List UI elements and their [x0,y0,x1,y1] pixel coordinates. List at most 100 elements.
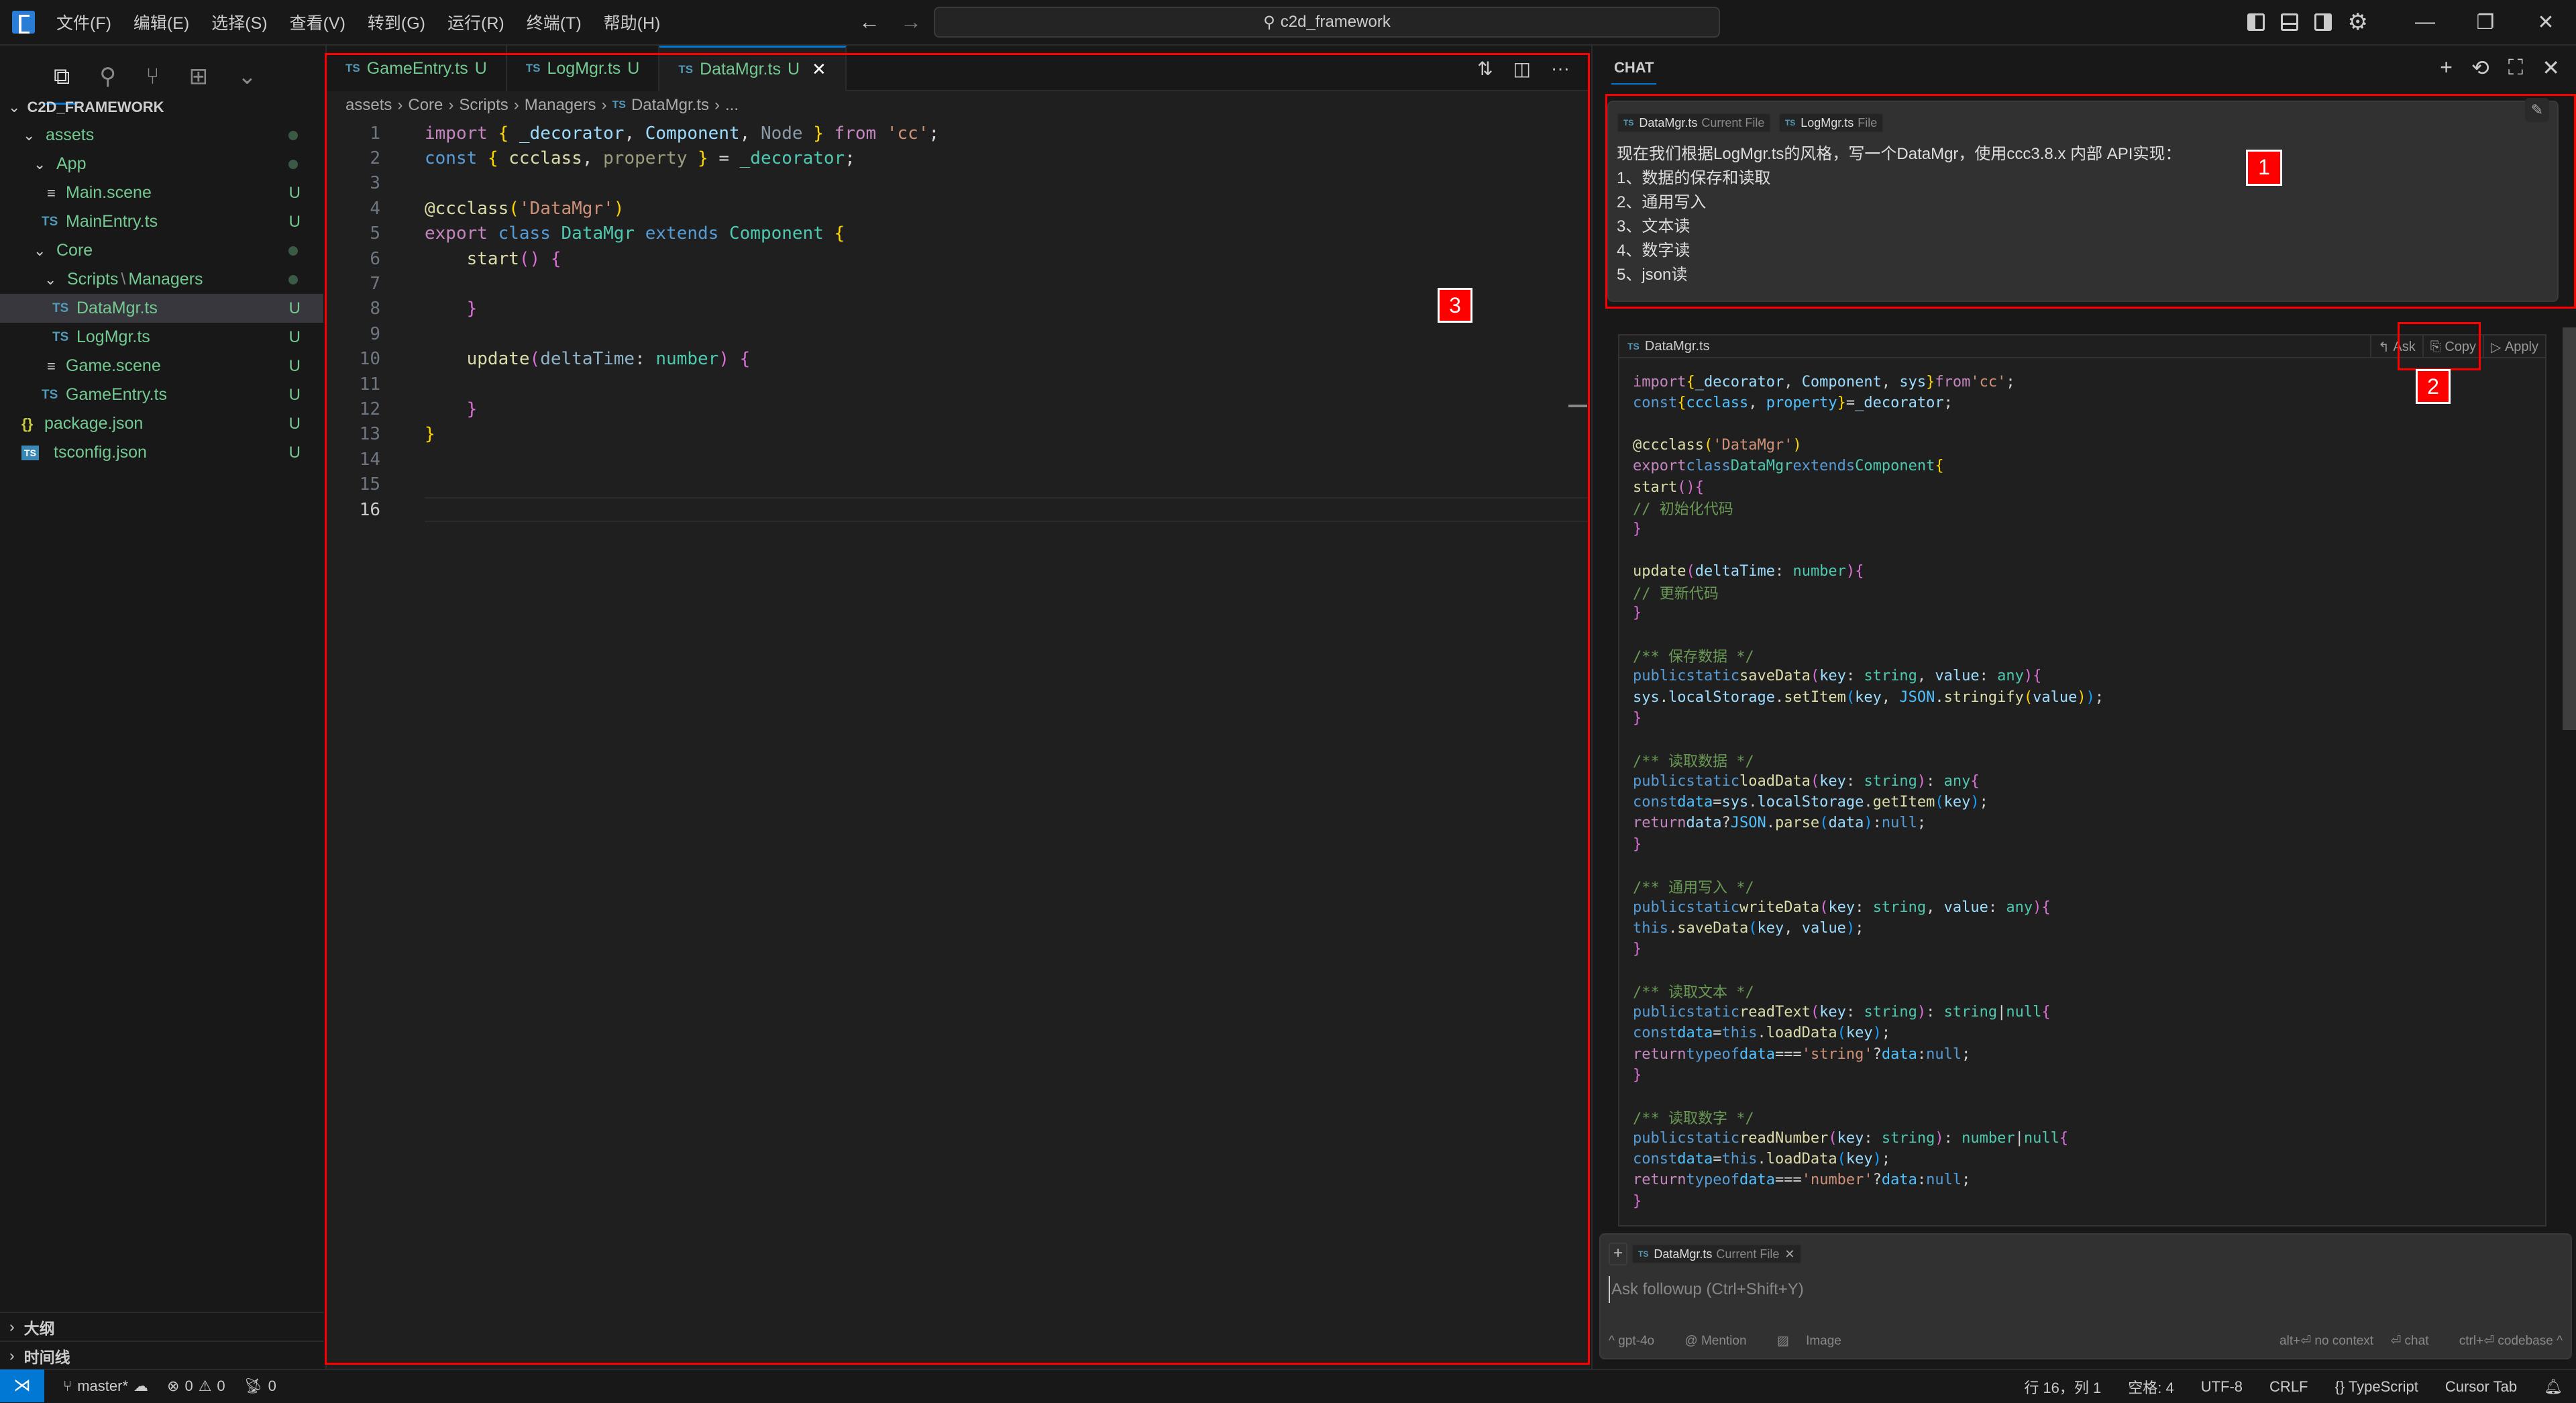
close-icon[interactable]: ✕ [2516,11,2576,34]
tab-datamgr[interactable]: TS DataMgr.ts U ✕ [659,46,847,91]
back-arrow-icon[interactable]: ← [859,9,880,34]
explorer-root[interactable]: ⌄ C2D_FRAMEWORK [0,94,323,121]
copy-button[interactable]: ⎘ Copy [2424,335,2485,358]
menu-file[interactable]: 文件(F) [56,10,111,34]
notifications-bell-icon[interactable]: 🔔︎ [2544,1378,2563,1396]
breadcrumb-item[interactable]: ... [725,96,739,115]
context-chip[interactable]: TS DataMgr.ts Current File ✕ [1631,1244,1802,1264]
breadcrumb-item[interactable]: assets [345,96,392,115]
tree-folder-core[interactable]: ⌄ Core [0,236,323,265]
restore-icon[interactable]: ❐ [2455,11,2516,34]
compare-changes-icon[interactable]: ⇅ [1477,58,1493,80]
followup-input[interactable] [1609,1276,2548,1303]
context-chip[interactable]: TS LogMgr.ts File [1778,113,1884,133]
ports-indicator[interactable]: 📡︎ 0 [244,1378,276,1395]
codebase-hint[interactable]: ctrl+⏎ codebase ^ [2446,1334,2563,1348]
no-context-hint[interactable]: alt+⏎ no context [2279,1334,2373,1348]
split-editor-icon[interactable]: ◫ [1513,58,1531,80]
close-icon[interactable]: ✕ [2542,55,2560,81]
model-selector[interactable]: ^ gpt-4o [1609,1334,1668,1348]
typescript-file-icon: TS [52,301,69,315]
extensions-icon[interactable]: ⊞ [189,63,209,90]
tree-file-package-json[interactable]: {} package.json U [0,409,323,438]
user-message[interactable]: TS DataMgr.ts Current File TS LogMgr.ts File… [1607,98,2559,302]
scrollbar-cursor-marker[interactable] [1568,405,1587,407]
tree-file-tsconfig[interactable]: TS tsconfig.json U [0,438,323,467]
tree-file-datamgr[interactable]: TS DataMgr.ts U [0,294,323,323]
tab-logmgr[interactable]: TS LogMgr.ts U [506,46,660,91]
ask-button[interactable]: ↰ Ask [2371,335,2424,358]
tree-folder-scripts-managers[interactable]: ⌄ Scripts \ Managers [0,265,323,294]
chat-title[interactable]: CHAT [1611,59,1657,85]
tree-file-logmgr[interactable]: TS LogMgr.ts U [0,323,323,352]
indentation[interactable]: 空格: 4 [2128,1376,2174,1398]
menu-go[interactable]: 转到(G) [368,10,425,34]
tree-file-mainentry[interactable]: TS MainEntry.ts U [0,207,323,236]
tree-file-gameentry[interactable]: TS GameEntry.ts U [0,380,323,409]
encoding[interactable]: UTF-8 [2201,1378,2243,1396]
menu-help[interactable]: 帮助(H) [604,10,661,34]
untracked-badge: U [288,356,301,375]
language-mode[interactable]: {} TypeScript [2335,1378,2418,1396]
forward-arrow-icon[interactable]: → [900,9,922,34]
code-editor[interactable]: 1 import { _decorator, Component, Node } … [327,121,1590,523]
chevron-down-icon[interactable]: ⌄ [237,63,257,90]
close-tab-icon[interactable]: ✕ [812,59,826,80]
gear-icon[interactable]: ⚙ [2348,9,2368,36]
outline-panel-header[interactable]: › 大纲 [0,1312,323,1341]
remote-indicator-icon[interactable]: ⋊ [0,1369,44,1402]
tree-label: Core [56,241,93,260]
branch-indicator[interactable]: ⑂ master* ☁ [63,1378,148,1395]
timeline-panel-header[interactable]: › 时间线 [0,1341,323,1369]
breadcrumb-item[interactable]: Managers [525,96,596,115]
tab-gameentry[interactable]: TS GameEntry.ts U [327,46,507,91]
code-line: public static loadData(key: string): any… [1633,772,1980,790]
menu-terminal[interactable]: 终端(T) [527,10,582,34]
explorer-icon[interactable]: ⧉ [45,64,78,105]
menu-edit[interactable]: 编辑(E) [133,10,189,34]
edit-message-icon[interactable]: ✎ [2525,98,2549,122]
chat-scrollbar[interactable] [2563,327,2576,730]
context-chip[interactable]: TS DataMgr.ts Current File [1617,113,1772,133]
tree-file-game-scene[interactable]: ≡ Game.scene U [0,352,323,380]
search-icon[interactable]: ⚲ [99,63,116,90]
menu-run[interactable]: 运行(R) [447,10,504,34]
code-block-content[interactable]: import { _decorator, Component, sys } fr… [1619,358,2545,1212]
breadcrumb-item[interactable]: DataMgr.ts [631,96,709,115]
breadcrumb-item[interactable]: Scripts [459,96,508,115]
tree-folder-assets[interactable]: ⌄ assets [0,121,323,150]
new-chat-icon[interactable]: + [2440,55,2453,81]
toggle-primary-sidebar-icon[interactable] [2247,13,2265,31]
add-context-button[interactable]: + [1609,1243,1627,1265]
image-button[interactable]: ▨ Image [1777,1334,1855,1348]
tree-label: package.json [44,414,144,433]
remove-chip-icon[interactable]: ✕ [1784,1247,1794,1261]
toggle-secondary-sidebar-icon[interactable] [2314,13,2332,31]
path-separator: \ [121,270,126,289]
menu-selection[interactable]: 选择(S) [211,10,267,34]
tree-folder-app[interactable]: ⌄ App [0,150,323,178]
chat-hint[interactable]: ⏎ chat [2390,1334,2428,1348]
typescript-file-icon: TS [1638,1249,1649,1259]
source-control-icon[interactable]: ⑂ [146,64,159,90]
cursor-tab[interactable]: Cursor Tab [2445,1378,2517,1396]
tab-badge: U [787,60,800,79]
breadcrumb-item[interactable]: Core [408,96,443,115]
history-icon[interactable]: ⟲ [2471,55,2489,81]
line-ending[interactable]: CRLF [2269,1378,2308,1396]
menu-view[interactable]: 查看(V) [290,10,345,34]
cursor-position[interactable]: 行 16，列 1 [2024,1376,2101,1398]
code-line-current: 16 [327,497,1590,523]
apply-button[interactable]: ▷ Apply [2484,335,2545,358]
tree-file-main-scene[interactable]: ≡ Main.scene U [0,178,323,207]
menu-bar: 文件(F) 编辑(E) 选择(S) 查看(V) 转到(G) 运行(R) 终端(T… [56,10,682,34]
annotation-tag-3: 3 [1438,288,1472,323]
maximize-icon[interactable]: ⛶ [2508,55,2523,81]
problems-indicator[interactable]: ⊗ 0 ⚠ 0 [167,1378,225,1395]
minimize-icon[interactable]: — [2395,11,2455,34]
command-center-search[interactable]: ⚲ c2d_framework [934,7,1720,38]
mention-button[interactable]: @ Mention [1684,1334,1760,1348]
more-actions-icon[interactable]: ··· [1551,58,1570,80]
toggle-panel-icon[interactable] [2280,13,2298,31]
